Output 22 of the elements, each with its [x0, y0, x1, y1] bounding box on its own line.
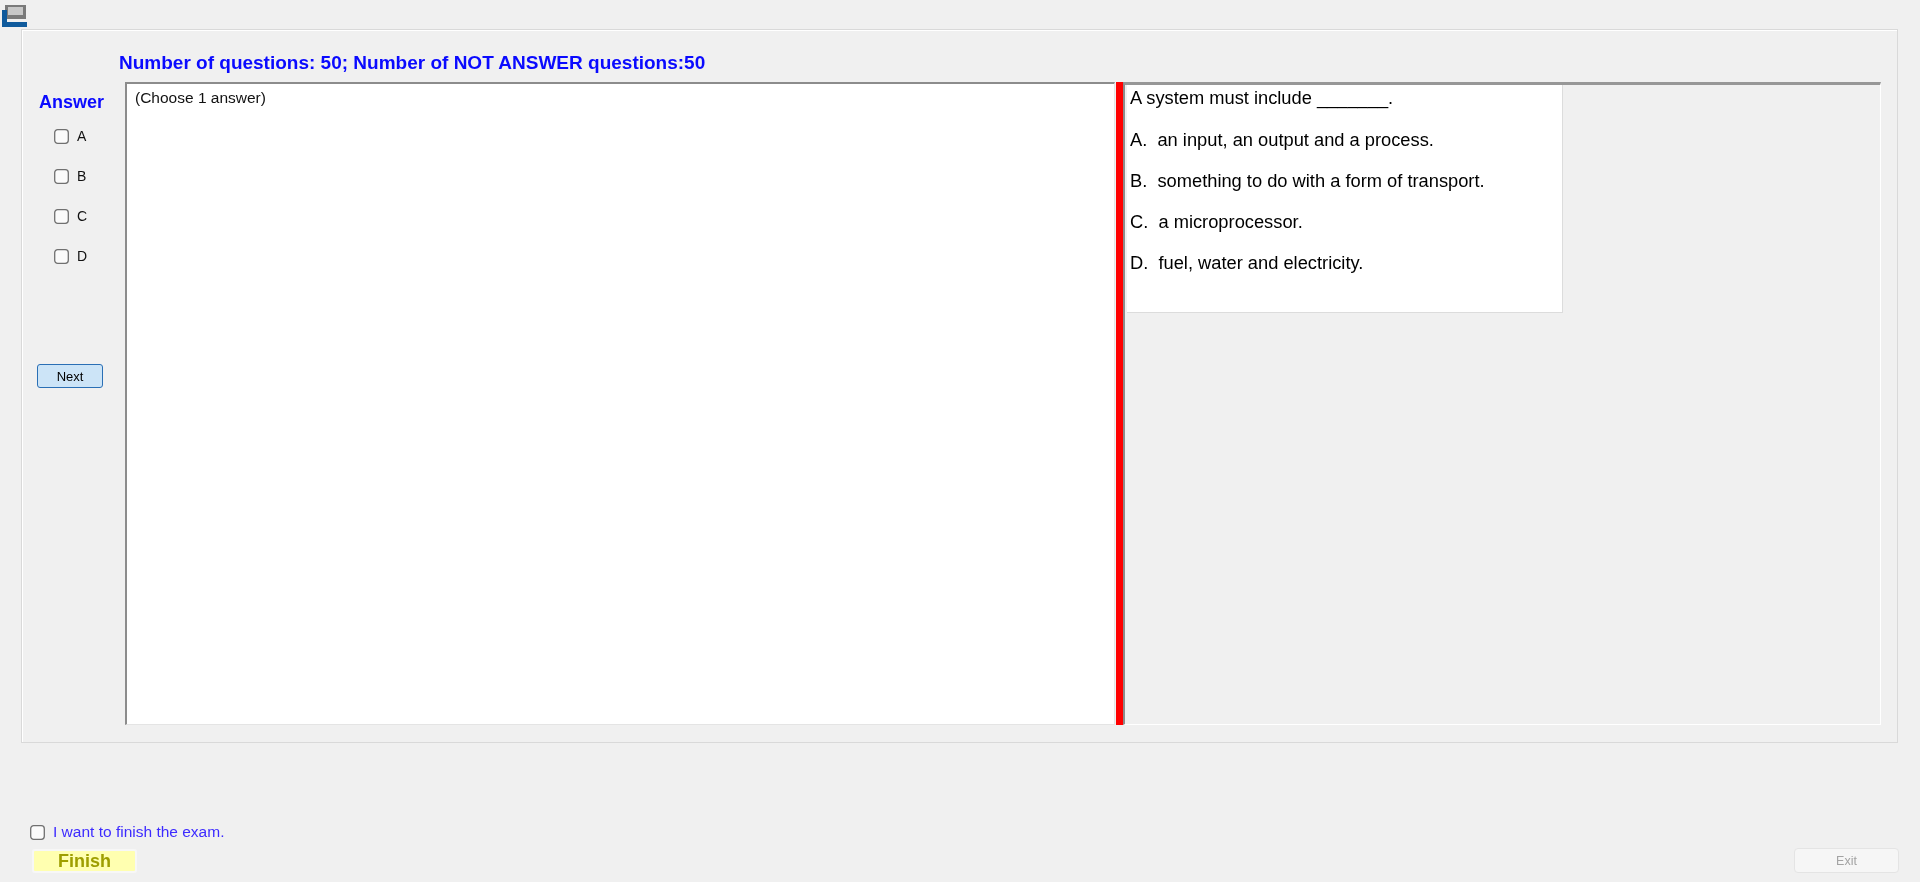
answer-checkbox[interactable]: [54, 168, 69, 184]
finish-button[interactable]: Finish: [32, 849, 137, 873]
option-text: A. an input, an output and a process.: [1130, 129, 1434, 150]
option-letter: A: [77, 128, 87, 144]
question-text: A system must include _______.: [1130, 87, 1394, 108]
answer-checkbox[interactable]: [54, 248, 69, 264]
option-text: B. something to do with a form of transport.: [1130, 170, 1485, 191]
option-letter: B: [77, 168, 87, 184]
answer-checkbox[interactable]: [54, 128, 69, 144]
option-letter: D: [77, 248, 88, 264]
finish-checkbox[interactable]: [30, 824, 45, 840]
finish-confirm-label: I want to finish the exam.: [53, 824, 225, 840]
app-icon: [2, 5, 27, 27]
option-letter: C: [77, 208, 88, 224]
answer-title: Answer: [39, 92, 105, 112]
instruction-text: (Choose 1 answer): [135, 89, 266, 107]
option-text: D. fuel, water and electricity.: [1130, 252, 1364, 273]
option-text: C. a microprocessor.: [1130, 211, 1303, 232]
splitter-handle[interactable]: [1116, 82, 1123, 725]
answer-checkbox[interactable]: [54, 208, 69, 224]
question-count-text: Number of questions: 50; Number of NOT ANSWER questions:50: [119, 52, 706, 74]
next-button[interactable]: Next: [37, 364, 103, 388]
